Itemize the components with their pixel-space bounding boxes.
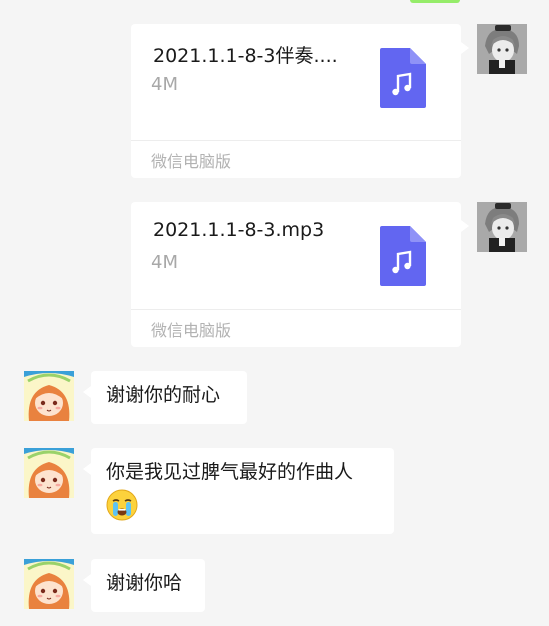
self-avatar[interactable] [477, 24, 527, 74]
file-card-footer: 微信电脑版 [131, 309, 461, 347]
self-avatar[interactable] [477, 202, 527, 252]
crying-face-emoji [106, 489, 138, 521]
file-size: 4M [151, 252, 178, 273]
file-name: 2021.1.1-8-3.mp3 [153, 219, 325, 241]
received-message-bubble[interactable]: 谢谢你哈 [83, 559, 205, 612]
received-message-bubble[interactable]: 谢谢你的耐心 [83, 371, 247, 424]
file-name: 2021.1.1-8-3伴奏.... [153, 45, 338, 67]
file-source-label: 微信电脑版 [151, 321, 232, 340]
message-text: 谢谢你的耐心 [106, 384, 221, 406]
file-size: 4M [151, 74, 178, 95]
message-text: 谢谢你哈 [106, 572, 183, 594]
contact-avatar[interactable] [24, 559, 74, 609]
music-file-icon [380, 226, 426, 286]
message-text: 你是我见过脾气最好的作曲人 [106, 461, 354, 483]
previous-sent-message-edge [410, 0, 460, 3]
file-source-label: 微信电脑版 [151, 152, 232, 171]
contact-avatar[interactable] [24, 448, 74, 498]
file-card-footer: 微信电脑版 [131, 140, 461, 178]
file-message-card[interactable]: 2021.1.1-8-3伴奏.... 4M 微信电脑版 [131, 24, 469, 178]
file-message-card[interactable]: 2021.1.1-8-3.mp3 4M 微信电脑版 [131, 202, 469, 347]
music-file-icon [380, 48, 426, 108]
received-message-bubble[interactable]: 你是我见过脾气最好的作曲人 [83, 448, 394, 534]
contact-avatar[interactable] [24, 371, 74, 421]
